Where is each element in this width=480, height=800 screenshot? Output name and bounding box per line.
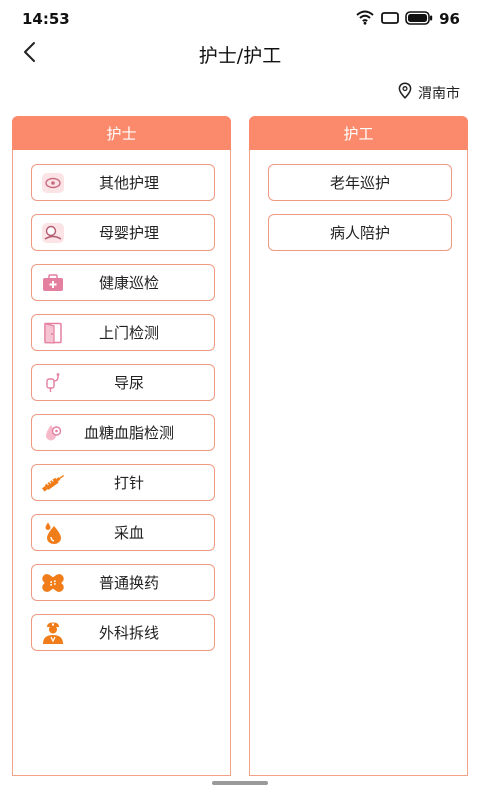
service-catheter-button[interactable]: 导尿	[31, 364, 215, 401]
syringe-icon	[40, 471, 66, 495]
wifi-icon	[355, 9, 375, 29]
nav-bar: 护士/护工	[0, 36, 480, 72]
status-bar: 14:53 96	[0, 0, 480, 36]
caregiver-panel-header: 护工	[249, 116, 468, 150]
service-dressing-change-button[interactable]: 普通换药	[31, 564, 215, 601]
location-pin-icon	[398, 82, 412, 103]
service-stitch-removal-button[interactable]: 外科拆线	[31, 614, 215, 651]
nurse-panel-header: 护士	[12, 116, 231, 150]
location-city: 渭南市	[418, 85, 460, 102]
screen-mirror-icon	[381, 10, 400, 29]
page-title: 护士/护工	[198, 45, 282, 67]
catheter-icon	[40, 371, 66, 395]
service-blood-test-button[interactable]: 血糖血脂检测	[31, 414, 215, 451]
service-blood-draw-button[interactable]: 采血	[31, 514, 215, 551]
blood-drop-test-icon	[40, 421, 66, 445]
service-elderly-patrol-button[interactable]: 老年巡护	[268, 164, 452, 201]
battery-level: 96	[439, 10, 460, 28]
nurse-panel: 护士 其他护理 母婴护理 健康巡检 上门检测 导尿 血糖血脂检测 打针 采血 普…	[12, 116, 231, 776]
service-patient-escort-button[interactable]: 病人陪护	[268, 214, 452, 251]
medical-kit-icon	[40, 271, 66, 295]
service-other-care-button[interactable]: 其他护理	[31, 164, 215, 201]
service-baby-care-button[interactable]: 母婴护理	[31, 214, 215, 251]
battery-icon	[405, 10, 433, 29]
service-injection-button[interactable]: 打针	[31, 464, 215, 501]
location-selector[interactable]: 渭南市	[398, 82, 460, 103]
home-indicator[interactable]	[212, 781, 268, 785]
status-time: 14:53	[22, 10, 70, 28]
service-label: 病人陪护	[329, 224, 390, 242]
blood-drop-icon	[40, 521, 66, 545]
service-home-test-button[interactable]: 上门检测	[31, 314, 215, 351]
status-indicators: 96	[355, 9, 460, 29]
door-icon	[40, 321, 66, 345]
nurse-person-icon	[40, 621, 66, 645]
service-label: 老年巡护	[329, 174, 390, 192]
other-care-icon	[40, 171, 66, 195]
bandage-icon	[40, 571, 66, 595]
service-health-inspection-button[interactable]: 健康巡检	[31, 264, 215, 301]
caregiver-panel: 护工 老年巡护 病人陪护	[249, 116, 468, 776]
baby-care-icon	[40, 221, 66, 245]
